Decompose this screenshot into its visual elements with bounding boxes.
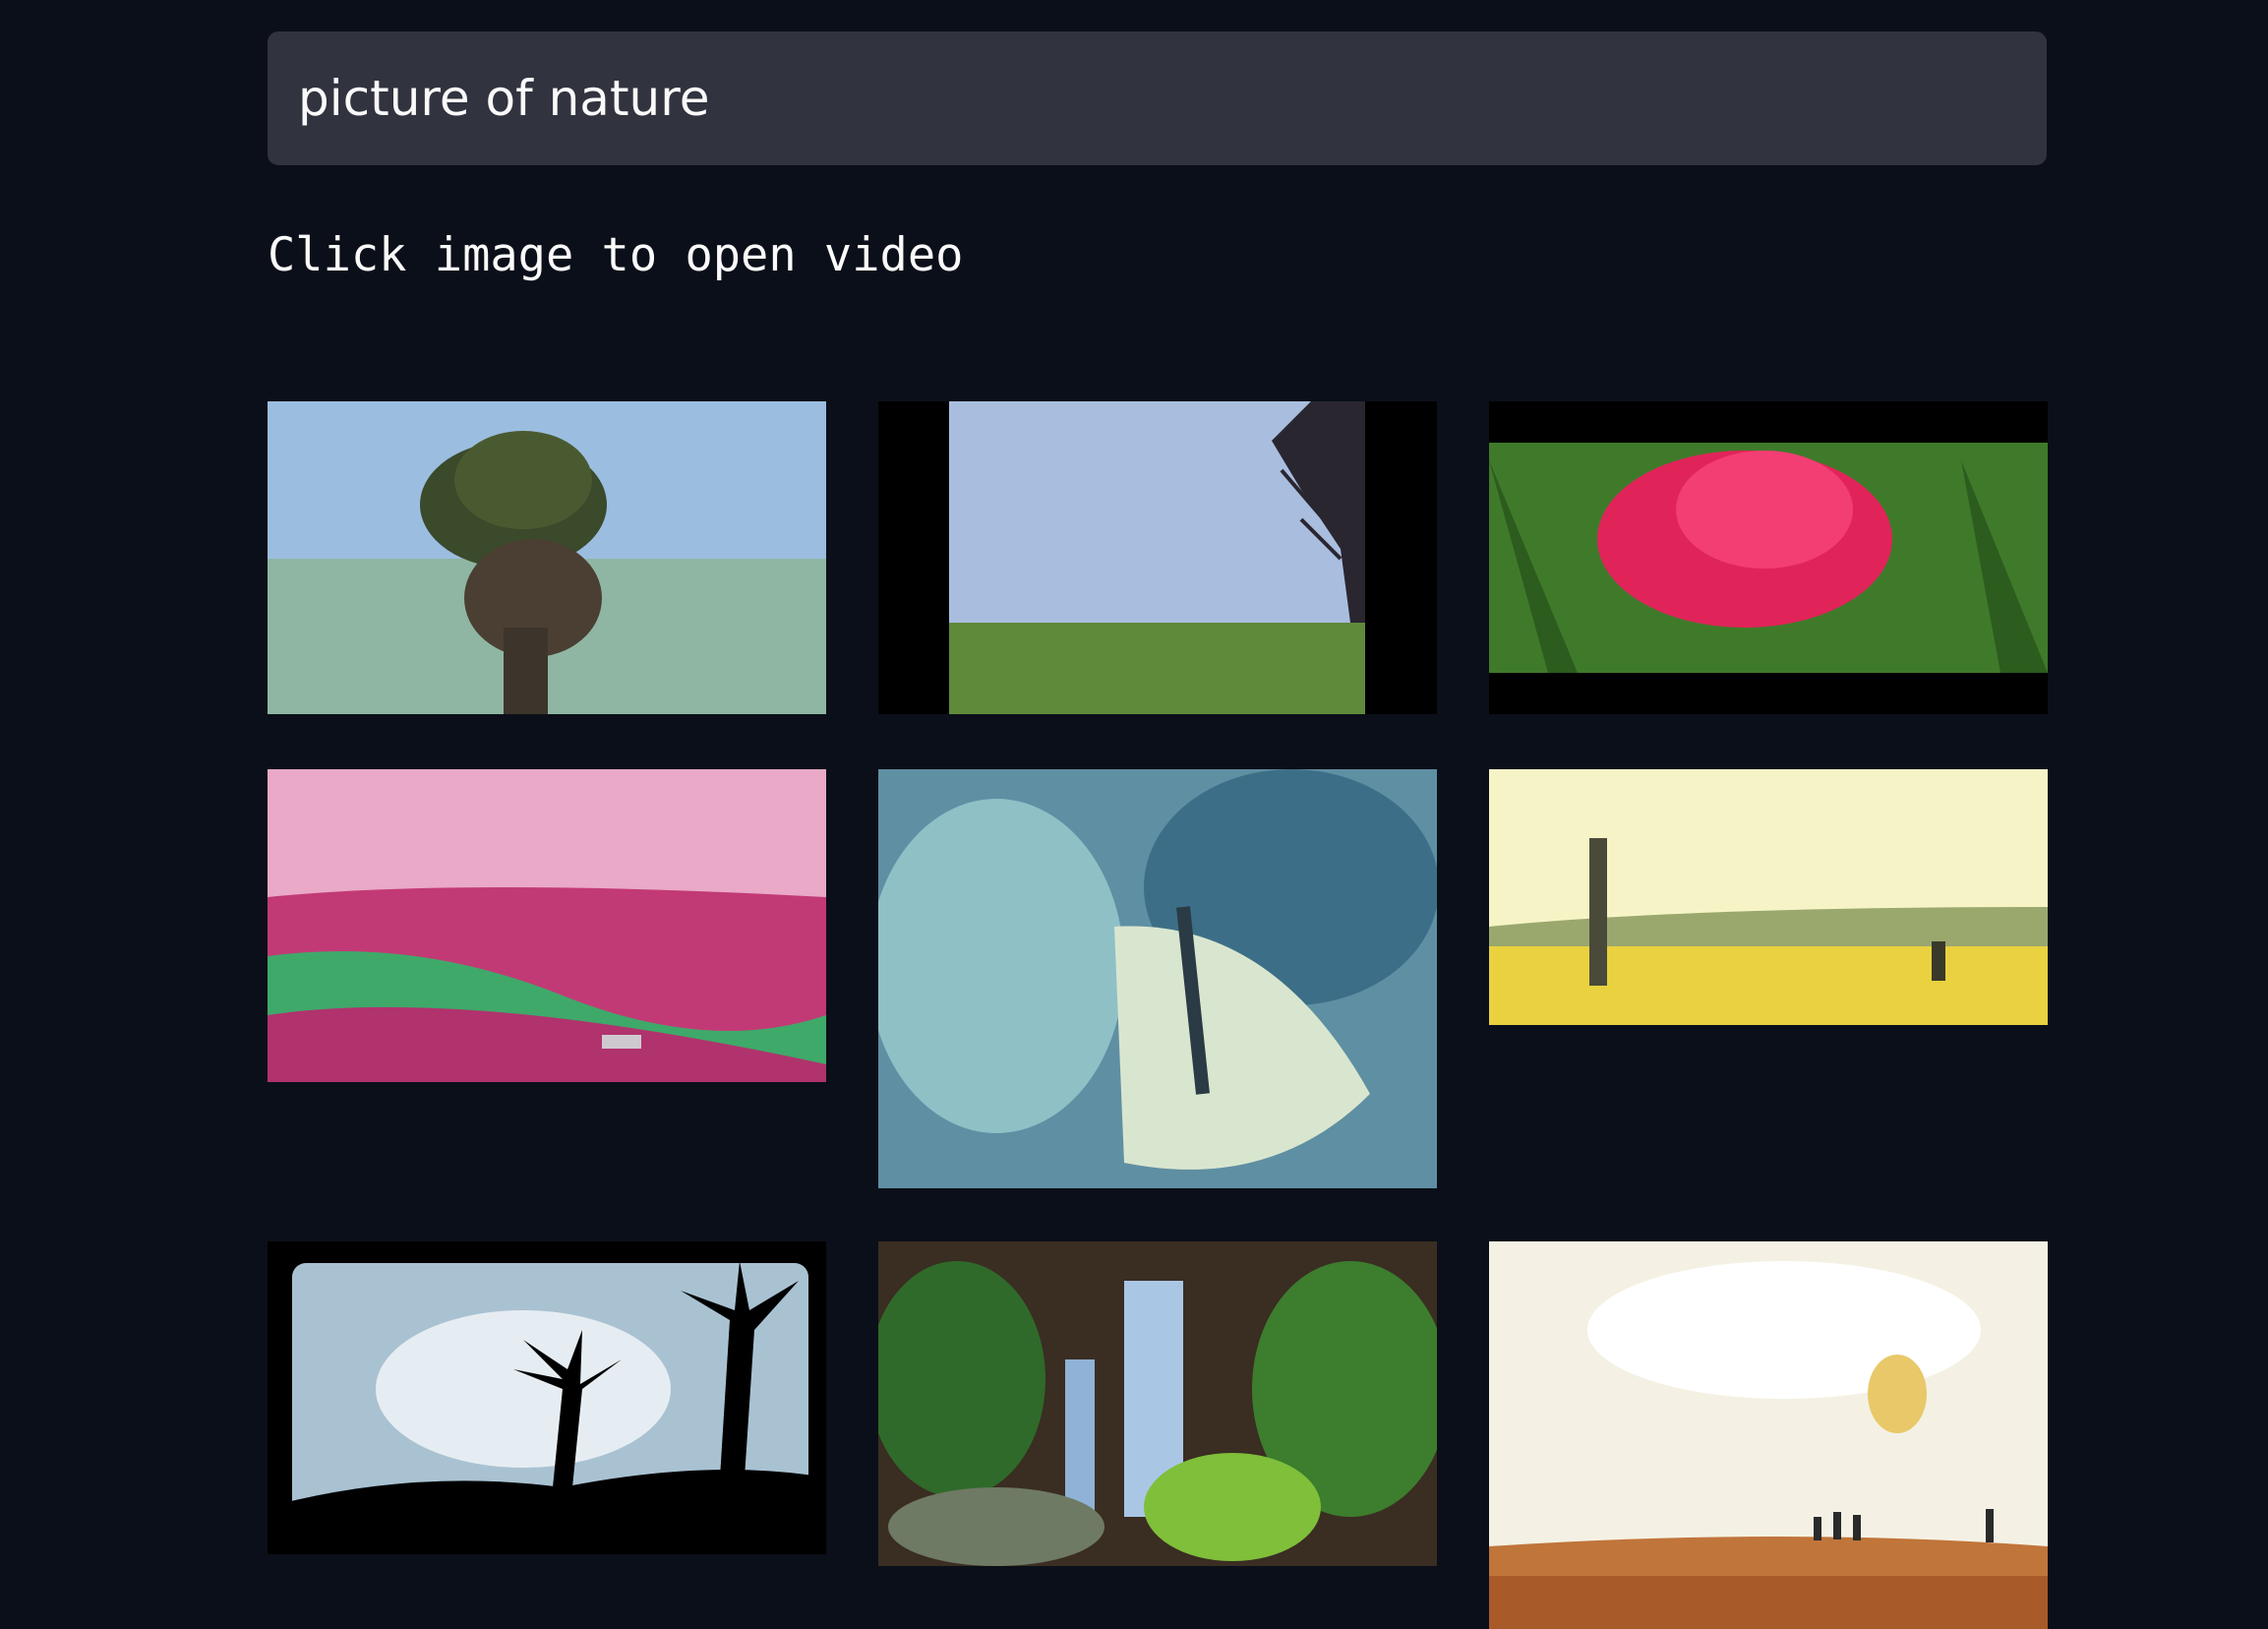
video-thumbnail-6[interactable] <box>1489 769 2048 1025</box>
video-thumbnail-8[interactable] <box>878 1241 1437 1566</box>
search-input[interactable] <box>268 31 2047 165</box>
video-thumbnail-5[interactable] <box>878 769 1437 1188</box>
video-thumbnail-9[interactable] <box>1489 1241 2048 1629</box>
instruction-text: Click image to open video <box>268 228 964 282</box>
video-thumbnail-2[interactable] <box>878 401 1437 714</box>
video-thumbnail-3[interactable] <box>1489 401 2048 714</box>
video-thumbnail-7[interactable] <box>268 1241 826 1554</box>
video-thumbnail-1[interactable] <box>268 401 826 714</box>
video-thumbnail-4[interactable] <box>268 769 826 1082</box>
